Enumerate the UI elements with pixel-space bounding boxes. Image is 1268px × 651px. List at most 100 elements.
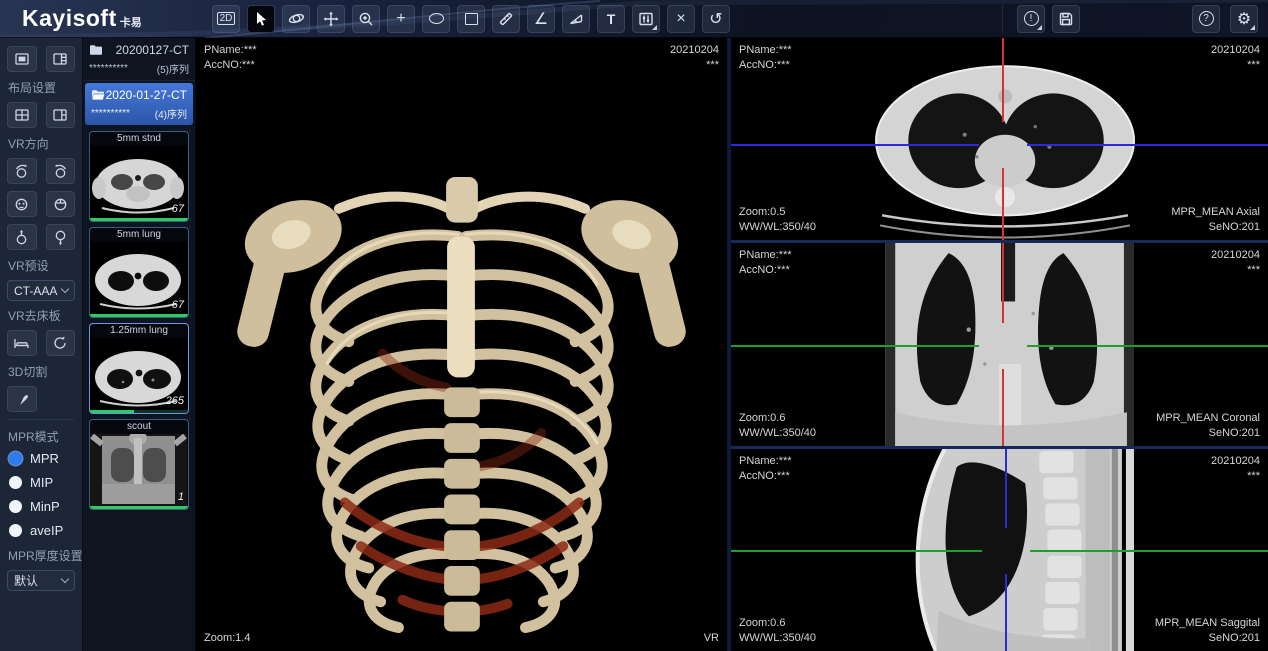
thumbnail-image-count: 67 — [172, 299, 184, 311]
mpr-panel-stack: PName:*** AccNO:*** 20210204 *** Zoom:0.… — [731, 38, 1268, 651]
thumbnail-label: 1.25mm lung — [90, 324, 188, 338]
info-tool-button[interactable]: ! — [1017, 5, 1045, 33]
remove-bed-button[interactable] — [7, 330, 37, 356]
radio-icon — [9, 500, 22, 513]
vr-dir-top-button[interactable] — [7, 224, 37, 250]
vr-dir-rotate-right-button[interactable] — [46, 158, 76, 184]
series-thumbnail-5mm-lung[interactable]: 5mm lung 67 — [89, 227, 189, 318]
bed-reset-button[interactable] — [46, 330, 76, 356]
vr-preset-value: CT-AAA — [14, 284, 57, 298]
ellipse-tool-button[interactable] — [422, 5, 450, 33]
reset-rotate-icon — [52, 335, 68, 351]
logo-text-cn: 卡易 — [120, 14, 142, 30]
study-item-1[interactable]: 20200127-CT ********** (5)序列 — [83, 38, 195, 81]
mpr-thickness-value: 默认 — [14, 572, 38, 589]
mpr-mode-option-mip[interactable]: MIP — [9, 475, 75, 490]
vr-dir-back-button[interactable] — [46, 191, 76, 217]
layout-section-label: 布局设置 — [8, 79, 75, 96]
thumbnail-progress-bar — [90, 506, 188, 509]
vr-dir-rotate-left-button[interactable] — [7, 158, 37, 184]
angle-icon: ∠ — [534, 9, 548, 29]
info-icon: ! — [1024, 11, 1039, 26]
series-thumbnail-1-25mm-lung[interactable]: 1.25mm lung 265 — [89, 323, 189, 414]
thumbnail-image-count: 67 — [172, 203, 184, 215]
layout-preset-button[interactable] — [46, 46, 76, 72]
save-tool-button[interactable] — [1052, 5, 1080, 33]
mpr-mode-option-aveip[interactable]: aveIP — [9, 523, 75, 538]
vr-dir-bottom-button[interactable] — [46, 224, 76, 250]
delete-tool-button[interactable]: × — [667, 5, 695, 33]
angle-tool-button[interactable]: ∠ — [527, 5, 555, 33]
thumbnail-progress-bar — [90, 314, 188, 317]
bed-icon — [13, 335, 30, 352]
mpr-sagittal-viewport[interactable]: PName:*** AccNO:*** 20210204 *** Zoom:0.… — [731, 449, 1268, 651]
study-series-count: (5)序列 — [157, 61, 189, 76]
layout-grid-2x2-button[interactable] — [7, 102, 37, 128]
series-thumbnail-5mm-stnd[interactable]: 5mm stnd 67 — [89, 131, 189, 222]
vr-preset-select[interactable]: CT-AAA — [7, 280, 75, 301]
main-area: 布局设置 VR方向 — [0, 38, 1268, 651]
thumbnail-label: 5mm lung — [90, 228, 188, 242]
mpr-coronal-viewport[interactable]: PName:*** AccNO:*** 20210204 *** Zoom:0.… — [731, 243, 1268, 445]
mode-2d-toggle-button[interactable]: 2D — [212, 5, 240, 33]
measure-tool-button[interactable] — [492, 5, 520, 33]
settings-button[interactable]: ⚙ — [1230, 5, 1258, 33]
pointer-tool-button[interactable] — [247, 5, 275, 33]
window-level-icon — [638, 11, 654, 27]
help-button[interactable]: ? — [1192, 5, 1220, 33]
ellipse-icon — [429, 13, 444, 24]
thumbnail-progress-bar — [90, 218, 188, 221]
rotate-3d-tool-button[interactable] — [282, 5, 310, 33]
cobb-angle-tool-button[interactable] — [562, 5, 590, 33]
text-tool-button[interactable]: T — [597, 5, 625, 33]
vr-dir-front-button[interactable] — [7, 191, 37, 217]
rectangle-tool-button[interactable] — [457, 5, 485, 33]
layout-1-plus-3-button[interactable] — [46, 102, 76, 128]
toolbar-main-group: 2D — [212, 5, 730, 33]
magnifier-plus-icon — [358, 11, 374, 27]
window-level-tool-button[interactable] — [632, 5, 660, 33]
series-thumbnail-scout[interactable]: scout 1 — [89, 419, 189, 510]
toolbar-secondary-group: ! — [1002, 5, 1080, 33]
pan-icon — [323, 11, 339, 27]
head-bottom-icon — [52, 229, 69, 246]
open-folder-icon — [91, 89, 105, 101]
scalpel-icon — [14, 391, 30, 407]
mpr-axial-viewport[interactable]: PName:*** AccNO:*** 20210204 *** Zoom:0.… — [731, 38, 1268, 240]
head-rotate-right-icon — [52, 163, 69, 180]
close-icon: × — [676, 10, 685, 28]
scalpel-button[interactable] — [7, 386, 37, 412]
series-panel: 20200127-CT ********** (5)序列 2020-01-27-… — [83, 38, 196, 651]
vr-viewport[interactable]: PName:*** AccNO:*** 20210204 *** Zoom:1.… — [196, 38, 731, 651]
study-item-2-active[interactable]: 2020-01-27-CT ********** (4)序列 — [85, 83, 193, 125]
cobb-angle-icon — [568, 11, 584, 27]
scout-thumbnail-image — [90, 434, 187, 506]
rectangle-icon — [465, 13, 478, 25]
chevron-down-icon — [61, 575, 69, 583]
radio-option-label: MIP — [30, 475, 53, 490]
radio-option-label: MinP — [30, 499, 60, 514]
ruler-icon — [498, 11, 514, 27]
axial-ct-image — [731, 38, 1268, 240]
pan-tool-button[interactable] — [317, 5, 345, 33]
app-logo: Kayisoft 卡易 — [0, 5, 212, 32]
crosshair-tool-button[interactable]: + — [387, 5, 415, 33]
mpr-mode-option-minp[interactable]: MinP — [9, 499, 75, 514]
radio-option-label: aveIP — [30, 523, 63, 538]
layout-single-button[interactable] — [7, 46, 37, 72]
layout-single-icon — [14, 51, 30, 67]
vr-direction-label: VR方向 — [8, 135, 75, 152]
left-tools-sidebar: 布局设置 VR方向 — [0, 38, 83, 651]
reset-tool-button[interactable]: ↺ — [702, 5, 730, 33]
mpr-thickness-select[interactable]: 默认 — [7, 570, 75, 591]
gear-icon: ⚙ — [1237, 9, 1251, 29]
zoom-in-tool-button[interactable] — [352, 5, 380, 33]
cursor-icon — [253, 11, 269, 27]
layout-grid-icon — [14, 107, 30, 123]
chevron-down-icon — [61, 285, 69, 293]
mpr-mode-option-mpr[interactable]: MPR — [9, 451, 75, 466]
thumbnail-list: 5mm stnd 67 5mm lung — [83, 127, 195, 514]
2d-icon: 2D — [217, 12, 236, 25]
vr-preset-label: VR预设 — [8, 257, 75, 274]
layout-1-3-icon — [52, 107, 68, 123]
